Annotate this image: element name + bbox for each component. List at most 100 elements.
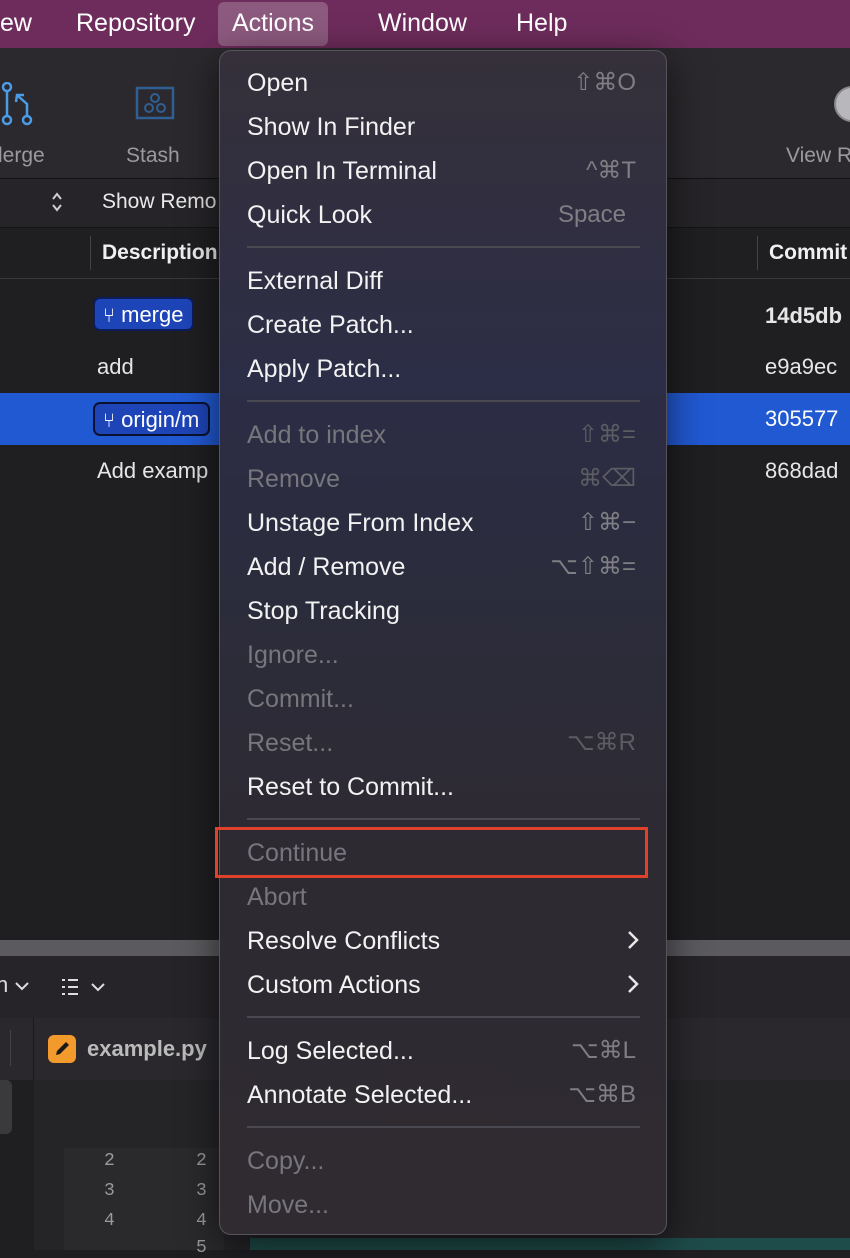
menubar: ew Repository Actions Window Help: [0, 0, 850, 48]
file-tab-name[interactable]: example.py: [87, 1018, 207, 1080]
menu-item-custom-actions[interactable]: Custom Actions: [220, 963, 666, 1007]
chevron-right-icon: [628, 931, 639, 949]
menu-item-label: External Diff: [247, 267, 383, 295]
line-number: 5: [196, 1238, 207, 1258]
branch-dropdown[interactable]: n: [0, 972, 30, 998]
view-options-dropdown[interactable]: [60, 976, 110, 1005]
line-number: 4: [104, 1211, 115, 1231]
menu-item-reset-to-commit[interactable]: Reset to Commit...: [220, 765, 666, 809]
menu-item-label: Apply Patch...: [247, 355, 402, 383]
menu-item-open[interactable]: Open ⇧⌘O: [220, 61, 666, 105]
menu-item-label: Reset...: [247, 729, 334, 757]
menu-item-create-patch[interactable]: Create Patch...: [220, 303, 666, 347]
line-number: 2: [104, 1151, 115, 1171]
menu-item-unstage-from-index[interactable]: Unstage From Index ⇧⌘−: [220, 501, 666, 545]
menu-item-label: Move...: [247, 1191, 329, 1219]
menu-item-label: Abort: [247, 883, 307, 911]
show-remote-dropdown[interactable]: Show Remo: [102, 179, 216, 225]
branch-badge-label: merge: [121, 302, 184, 327]
commit-description: add: [97, 354, 134, 379]
line-number: 3: [104, 1181, 115, 1201]
menu-separator: [247, 1126, 640, 1128]
branch-badge: ⑂ origin/m: [93, 402, 211, 436]
menu-item-label: Show In Finder: [247, 113, 416, 141]
menu-item-label: Create Patch...: [247, 311, 414, 339]
chevron-down-icon: [15, 982, 30, 991]
menu-item-abort[interactable]: Abort: [220, 875, 666, 919]
column-header-description[interactable]: Description: [102, 228, 218, 278]
globe-icon[interactable]: [832, 84, 850, 129]
menu-item-log-selected[interactable]: Log Selected... ⌥⌘L: [220, 1029, 666, 1073]
sort-stepper-icon[interactable]: [50, 191, 64, 218]
menu-item-shortcut: ⌘⌫: [578, 465, 636, 492]
menu-item-label: Custom Actions: [247, 971, 421, 999]
branch-icon: ⑂: [103, 410, 115, 432]
menu-item-add-to-index[interactable]: Add to index ⇧⌘=: [220, 413, 666, 457]
commit-hash: e9a9ec: [765, 354, 838, 379]
file-edit-icon: [48, 1035, 76, 1063]
column-divider[interactable]: [90, 236, 91, 270]
commit-hash: 868dad: [765, 458, 839, 483]
menubar-item-window[interactable]: Window: [364, 0, 481, 46]
menubar-item-view[interactable]: ew: [0, 0, 46, 46]
menu-item-shortcut: ⇧⌘O: [573, 69, 636, 96]
branch-badge-label: origin/m: [121, 407, 200, 432]
menu-item-label: Open In Terminal: [247, 157, 437, 185]
stash-icon[interactable]: [135, 86, 175, 125]
divider: [33, 1018, 34, 1080]
menu-item-commit[interactable]: Commit...: [220, 677, 666, 721]
menu-item-label: Annotate Selected...: [247, 1081, 473, 1109]
commit-hash: 14d5db: [765, 303, 843, 328]
menu-item-label: Reset to Commit...: [247, 773, 454, 801]
menu-item-shortcut: Space: [557, 201, 626, 228]
menu-item-annotate-selected[interactable]: Annotate Selected... ⌥⌘B: [220, 1073, 666, 1117]
menu-item-show-in-finder[interactable]: Show In Finder: [220, 105, 666, 149]
menu-item-shortcut: ⌥⌘B: [568, 1081, 636, 1108]
menu-item-add-remove[interactable]: Add / Remove ⌥⇧⌘=: [220, 545, 666, 589]
menu-separator: [247, 400, 640, 402]
column-divider[interactable]: [757, 236, 758, 270]
menu-item-label: Open: [247, 69, 309, 97]
menu-item-remove[interactable]: Remove ⌘⌫: [220, 457, 666, 501]
menu-item-apply-patch[interactable]: Apply Patch...: [220, 347, 666, 391]
menu-item-label: Resolve Conflicts: [247, 927, 441, 955]
menubar-item-repository[interactable]: Repository: [62, 0, 210, 46]
menu-item-label: Ignore...: [247, 641, 339, 669]
menu-item-resolve-conflicts[interactable]: Resolve Conflicts: [220, 919, 666, 963]
diff-added-line: [250, 1238, 850, 1250]
menu-item-label: Unstage From Index: [247, 509, 474, 537]
menu-item-quick-look[interactable]: Quick Look Space: [220, 193, 666, 237]
menu-item-ignore[interactable]: Ignore...: [220, 633, 666, 677]
menu-item-shortcut: ⇧⌘=: [577, 421, 636, 448]
branch-badge: ⑂ merge: [93, 297, 195, 331]
menu-item-stop-tracking[interactable]: Stop Tracking: [220, 589, 666, 633]
menu-item-shortcut: ⇧⌘−: [577, 509, 636, 536]
menu-item-label: Add / Remove: [247, 553, 406, 581]
line-number: 2: [196, 1151, 207, 1171]
highlight-box: [215, 827, 648, 878]
menubar-item-actions[interactable]: Actions: [218, 2, 328, 46]
line-number: 3: [196, 1181, 207, 1201]
menu-item-shortcut: ^⌘T: [586, 157, 636, 184]
menu-item-move[interactable]: Move...: [220, 1183, 666, 1227]
menu-item-label: Commit...: [247, 685, 354, 713]
menu-item-label: Stop Tracking: [247, 597, 400, 625]
merge-icon[interactable]: [0, 81, 36, 131]
column-header-commit[interactable]: Commit: [769, 228, 847, 278]
branch-icon: ⑂: [103, 305, 115, 327]
menu-separator: [247, 818, 640, 820]
menu-item-shortcut: ⌥⌘L: [570, 1037, 636, 1064]
menu-item-label: Log Selected...: [247, 1037, 414, 1065]
menu-item-copy[interactable]: Copy...: [220, 1139, 666, 1183]
actions-menu: Open ⇧⌘O Show In Finder Open In Terminal…: [219, 50, 667, 1235]
merge-label: lerge: [0, 144, 45, 167]
menu-item-shortcut: ⌥⇧⌘=: [550, 553, 636, 580]
scroll-handle[interactable]: [0, 1080, 12, 1134]
menu-item-external-diff[interactable]: External Diff: [220, 259, 666, 303]
menubar-item-help[interactable]: Help: [502, 0, 581, 46]
menu-item-label: Copy...: [247, 1147, 325, 1175]
menu-item-reset[interactable]: Reset... ⌥⌘R: [220, 721, 666, 765]
menu-item-label: Add to index: [247, 421, 386, 449]
menu-item-open-in-terminal[interactable]: Open In Terminal ^⌘T: [220, 149, 666, 193]
menu-item-shortcut: ⌥⌘R: [567, 729, 636, 756]
